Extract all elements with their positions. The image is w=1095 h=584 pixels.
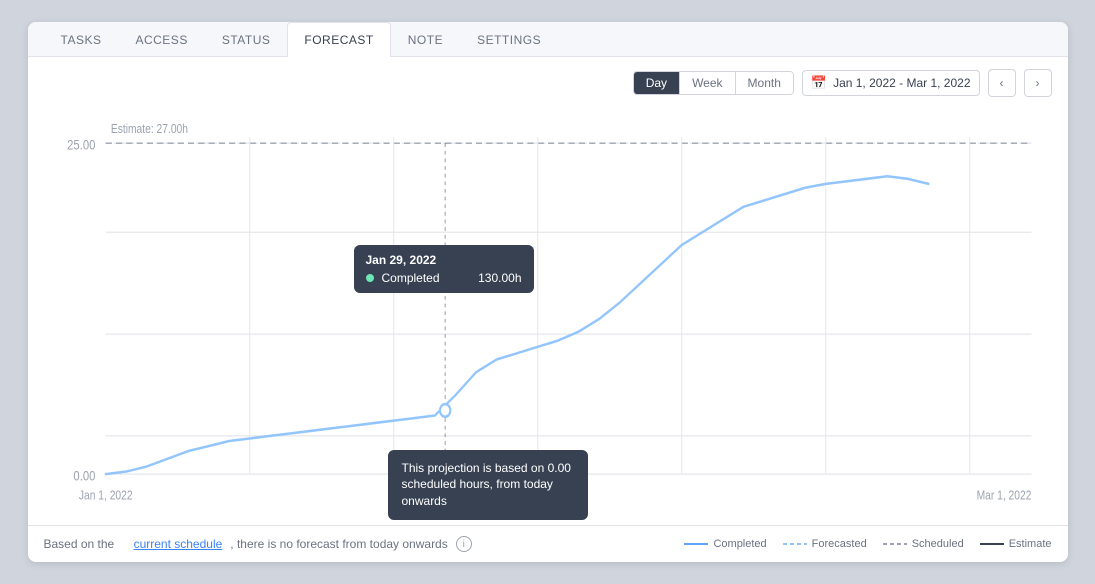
period-day-button[interactable]: Day xyxy=(634,72,680,94)
main-card: TASKS ACCESS STATUS FORECAST NOTE SETTIN… xyxy=(28,22,1068,562)
legend-forecasted: Forecasted xyxy=(783,538,867,550)
svg-text:0.00: 0.00 xyxy=(73,467,95,483)
line-chart: 25.00 0.00 Estimate: 27.00h Jan 1, 2022 … xyxy=(44,105,1052,525)
date-range-label: Jan 1, 2022 - Mar 1, 2022 xyxy=(833,76,970,90)
current-schedule-link[interactable]: current schedule xyxy=(134,537,223,551)
legend-completed-label: Completed xyxy=(713,538,766,550)
tab-note[interactable]: NOTE xyxy=(391,22,460,57)
period-week-button[interactable]: Week xyxy=(680,72,735,94)
info-icon[interactable]: i xyxy=(456,536,472,552)
tab-bar: TASKS ACCESS STATUS FORECAST NOTE SETTIN… xyxy=(28,22,1068,57)
chart-legend: Completed Forecasted Scheduled Estimate xyxy=(684,538,1051,550)
legend-completed: Completed xyxy=(684,538,766,550)
prev-nav-button[interactable]: ‹ xyxy=(988,69,1016,97)
tab-forecast[interactable]: FORECAST xyxy=(287,22,390,57)
footer: Based on the current schedule , there is… xyxy=(28,525,1068,562)
period-month-button[interactable]: Month xyxy=(736,72,793,94)
legend-forecasted-label: Forecasted xyxy=(812,538,867,550)
legend-estimate-line xyxy=(980,543,1004,545)
legend-estimate-label: Estimate xyxy=(1009,538,1052,550)
period-selector: Day Week Month xyxy=(633,71,794,95)
date-range-picker[interactable]: 📅 Jan 1, 2022 - Mar 1, 2022 xyxy=(802,70,980,96)
tab-settings[interactable]: SETTINGS xyxy=(460,22,558,57)
tab-status[interactable]: STATUS xyxy=(205,22,288,57)
legend-scheduled-line xyxy=(883,543,907,545)
tab-tasks[interactable]: TASKS xyxy=(44,22,119,57)
chart-container: Day Week Month 📅 Jan 1, 2022 - Mar 1, 20… xyxy=(28,57,1068,525)
calendar-icon: 📅 xyxy=(811,75,827,91)
chart-controls: Day Week Month 📅 Jan 1, 2022 - Mar 1, 20… xyxy=(44,69,1052,97)
next-nav-button[interactable]: › xyxy=(1024,69,1052,97)
chart-area: 25.00 0.00 Estimate: 27.00h Jan 1, 2022 … xyxy=(44,105,1052,525)
legend-estimate: Estimate xyxy=(980,538,1052,550)
svg-text:Mar 1, 2022: Mar 1, 2022 xyxy=(976,490,1031,503)
legend-completed-line xyxy=(684,543,708,545)
svg-text:25.00: 25.00 xyxy=(67,136,95,152)
legend-forecasted-line xyxy=(783,543,807,545)
legend-scheduled-label: Scheduled xyxy=(912,538,964,550)
tab-access[interactable]: ACCESS xyxy=(118,22,204,57)
footer-text-prefix: Based on the xyxy=(44,537,115,551)
footer-text-suffix: , there is no forecast from today onward… xyxy=(230,537,447,551)
svg-text:Jan 1, 2022: Jan 1, 2022 xyxy=(78,490,132,503)
svg-text:Estimate: 27.00h: Estimate: 27.00h xyxy=(110,123,187,136)
legend-scheduled: Scheduled xyxy=(883,538,964,550)
